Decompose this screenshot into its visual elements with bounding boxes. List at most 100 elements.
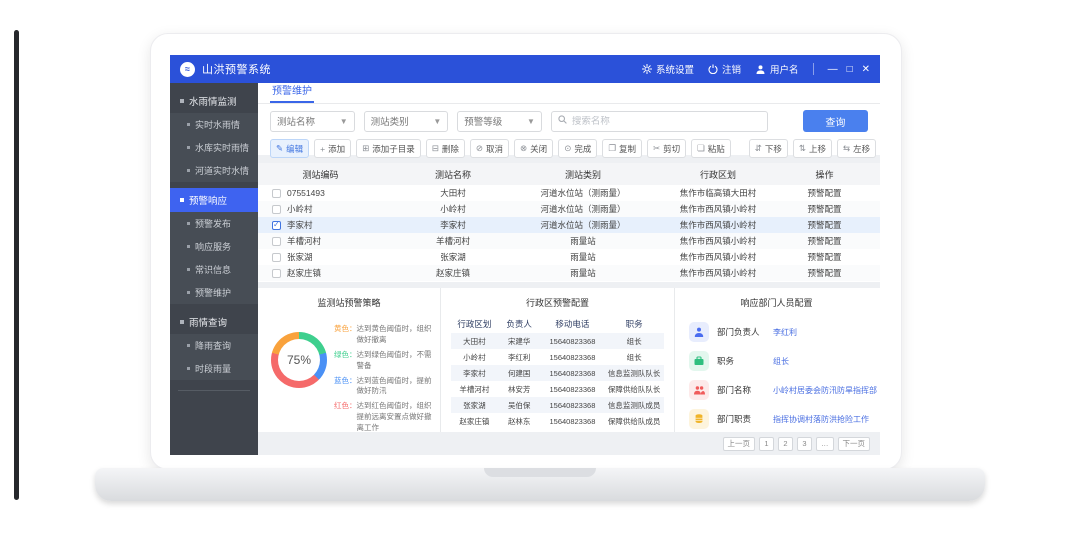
person-cell: 吴伯保 <box>498 400 541 411</box>
district-panel-title: 行政区预警配置 <box>441 288 674 309</box>
system-settings-button[interactable]: 系统设置 <box>642 62 694 76</box>
filter-select[interactable]: 测站名称▼ <box>270 111 355 132</box>
page-button-2[interactable]: 2 <box>778 437 793 451</box>
prev-page-button[interactable]: 上一页 <box>723 437 756 451</box>
district-row: 羊槽河村林安芳15640823368保障供给队队长 <box>451 381 664 397</box>
toolbar-label: 添加 <box>328 143 345 155</box>
warning-config-link[interactable]: 预警配置 <box>793 251 856 263</box>
toolbar-button-完成[interactable]: ⊙完成 <box>558 139 597 158</box>
strategy-panel: 监测站预警策略 75% 黄色：达到黄色阈值时，组织做好撤离绿色：达到绿色阈值时，… <box>258 288 440 432</box>
page-button-3[interactable]: 3 <box>797 437 812 451</box>
filter-select[interactable]: 预警等级▼ <box>457 111 542 132</box>
dept-duty-value[interactable]: 组长 <box>773 356 789 367</box>
dept-name-value[interactable]: 小岭村居委会防汛防旱指挥部 <box>773 385 877 396</box>
search-box[interactable] <box>551 111 768 132</box>
sidebar-subitems: 实时水雨情水库实时雨情河道实时水情 <box>170 113 258 182</box>
toolbar-button-删除[interactable]: ⊟删除 <box>426 139 465 158</box>
table-row[interactable]: 小岭村小岭村河道水位站（测雨量）焦作市西风镇小岭村预警配置 <box>258 201 880 217</box>
dept-leader-value[interactable]: 李红利 <box>773 327 797 338</box>
sidebar-group-3[interactable]: 雨情查询 <box>170 310 258 334</box>
table-row[interactable]: 赵家庄镇赵家庄镇雨量站焦作市西风镇小岭村预警配置 <box>258 265 880 281</box>
sidebar-divider <box>178 390 250 391</box>
donut-percent-label: 75% <box>287 353 311 367</box>
user-menu[interactable]: 用户名 <box>755 62 799 76</box>
legend-text: 达到蓝色阈值时，提前做好防汛 <box>357 376 437 398</box>
warning-config-link[interactable]: 预警配置 <box>793 187 856 199</box>
search-input[interactable] <box>572 116 761 127</box>
bullet-icon <box>187 245 190 248</box>
toolbar-button-编辑[interactable]: ✎编辑 <box>270 139 309 158</box>
warning-config-link[interactable]: 预警配置 <box>793 219 856 231</box>
logout-button[interactable]: 注销 <box>708 62 741 76</box>
cell-district: 焦作市西风镇小岭村 <box>643 219 793 231</box>
sidebar-group-2[interactable]: 预警响应 <box>170 188 258 212</box>
ellipsis-pages[interactable]: … <box>816 437 834 451</box>
toolbar-button-添加子目录[interactable]: ⊞添加子目录 <box>356 139 421 158</box>
sidebar-item-label: 河道实时水情 <box>195 164 249 177</box>
toolbar-button-下移[interactable]: ⇵下移 <box>749 139 788 158</box>
warning-strategy-donut-chart: 75% <box>271 332 327 388</box>
minimize-button[interactable]: — <box>828 64 838 75</box>
district-row: 张家湖吴伯保15640823368信息监测队成员 <box>451 397 664 413</box>
warning-config-link[interactable]: 预警配置 <box>793 235 856 247</box>
sidebar-item[interactable]: 响应服务 <box>170 235 258 258</box>
chevron-down-icon: ▼ <box>433 117 441 126</box>
row-checkbox[interactable] <box>272 237 281 246</box>
phone-cell: 15640823368 <box>541 385 605 394</box>
district-header-row: 行政区划负责人移动电话职务 <box>451 315 664 333</box>
page-button-1[interactable]: 1 <box>759 437 774 451</box>
gear-icon <box>642 64 652 74</box>
toolbar-label: 取消 <box>486 143 503 155</box>
close-button[interactable]: ✕ <box>862 64 870 75</box>
sidebar-item-label: 降雨查询 <box>195 339 231 352</box>
row-checkbox[interactable] <box>272 189 281 198</box>
toolbar-icon: ❐ <box>608 143 616 154</box>
bullet-icon <box>187 344 190 347</box>
row-checkbox[interactable] <box>272 253 281 262</box>
cell-code: 张家湖 <box>258 251 383 263</box>
sidebar-item[interactable]: 实时水雨情 <box>170 113 258 136</box>
sidebar-item[interactable]: 河道实时水情 <box>170 159 258 182</box>
toolbar-button-左移[interactable]: ⇆左移 <box>837 139 876 158</box>
legend-item: 红色：达到红色阈值时，组织提前远离安置点做好撤离工作 <box>334 401 436 434</box>
tab-warning-maintenance[interactable]: 预警维护 <box>270 82 314 103</box>
dept-charge-value[interactable]: 指挥协调村落防洪抢险工作 <box>773 414 869 425</box>
sidebar-item[interactable]: 常识信息 <box>170 258 258 281</box>
query-button[interactable]: 查询 <box>803 110 868 132</box>
row-checkbox[interactable] <box>272 221 281 230</box>
maximize-button[interactable]: □ <box>847 64 853 75</box>
sidebar-item[interactable]: 水库实时雨情 <box>170 136 258 159</box>
district-column-header: 行政区划 <box>451 318 498 330</box>
person-cell: 宋建华 <box>498 336 541 347</box>
sidebar-group-1[interactable]: 水雨情监测 <box>170 89 258 113</box>
table-row[interactable]: 羊槽河村羊槽河村雨量站焦作市西风镇小岭村预警配置 <box>258 233 880 249</box>
warning-config-link[interactable]: 预警配置 <box>793 203 856 215</box>
sidebar-group: 水雨情监测实时水雨情水库实时雨情河道实时水情 <box>170 83 258 182</box>
toolbar-button-上移[interactable]: ⇅上移 <box>793 139 832 158</box>
bullet-icon <box>180 99 184 103</box>
app-logo-icon: ≈ <box>180 62 195 77</box>
sidebar-item[interactable]: 预警发布 <box>170 212 258 235</box>
row-checkbox[interactable] <box>272 205 281 214</box>
warning-config-link[interactable]: 预警配置 <box>793 267 856 279</box>
table-row[interactable]: 07551493大田村河道水位站（测雨量）焦作市临高镇大田村预警配置 <box>258 185 880 201</box>
toolbar-button-复制[interactable]: ❐复制 <box>602 139 642 158</box>
table-row[interactable]: 李家村李家村河道水位站（测雨量）焦作市西风镇小岭村预警配置 <box>258 217 880 233</box>
toolbar-button-粘贴[interactable]: ❏粘贴 <box>691 139 731 158</box>
toolbar: ✎编辑 +添加 ⊞添加子目录 ⊟删除 ⊘取消 ⊗关闭 ⊙完成 ❐复制 ✂剪切 ❏粘贴 ⇵下移 ⇅上移 ⇆… <box>258 132 880 158</box>
toolbar-button-关闭[interactable]: ⊗关闭 <box>514 139 553 158</box>
toolbar-label: 剪切 <box>663 143 680 155</box>
sidebar-item[interactable]: 时段雨量 <box>170 357 258 380</box>
toolbar-button-剪切[interactable]: ✂剪切 <box>647 139 686 158</box>
sidebar-item[interactable]: 预警维护 <box>170 281 258 304</box>
title-bar: ≈ 山洪预警系统 系统设置 注销 用户名 — □ <box>170 55 880 83</box>
toolbar-button-取消[interactable]: ⊘取消 <box>470 139 509 158</box>
duty-cell: 组长 <box>604 336 664 347</box>
next-page-button[interactable]: 下一页 <box>838 437 871 451</box>
table-row[interactable]: 张家湖张家湖雨量站焦作市西风镇小岭村预警配置 <box>258 249 880 265</box>
sidebar-item[interactable]: 降雨查询 <box>170 334 258 357</box>
toolbar-button-添加[interactable]: +添加 <box>314 139 351 158</box>
cell-district: 焦作市西风镇小岭村 <box>643 235 793 247</box>
row-checkbox[interactable] <box>272 269 281 278</box>
filter-select[interactable]: 测站类别▼ <box>364 111 449 132</box>
